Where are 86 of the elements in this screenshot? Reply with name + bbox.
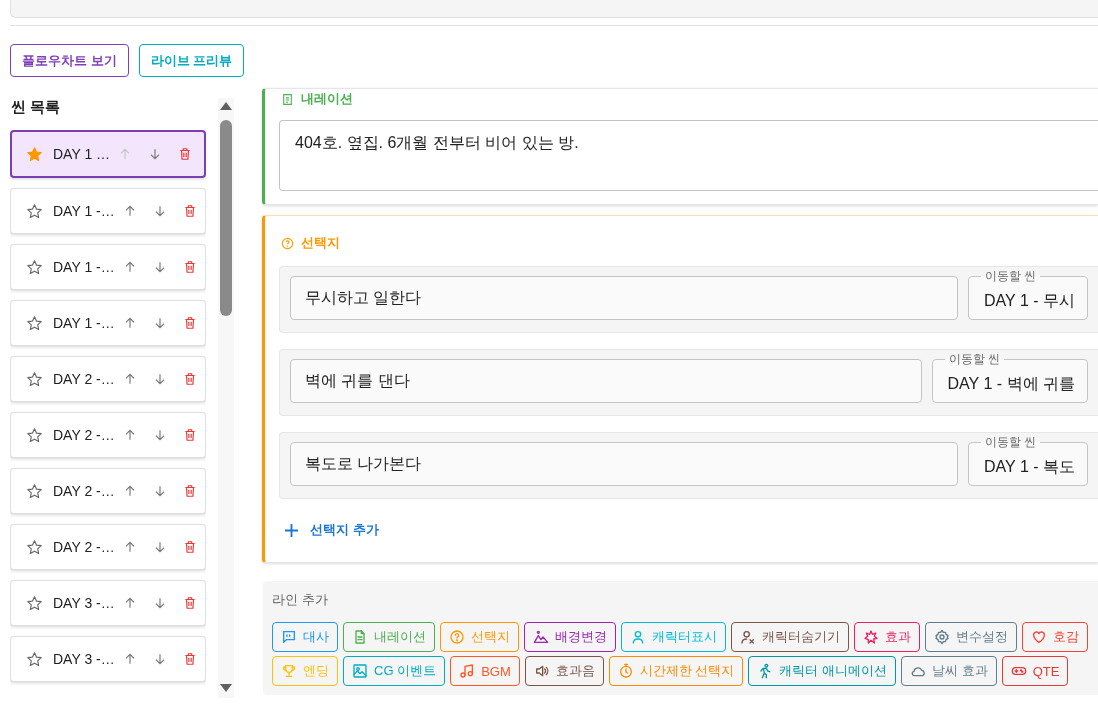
trash-icon[interactable] <box>182 372 197 386</box>
add-line-button[interactable]: 캐릭터숨기기 <box>731 622 849 652</box>
question-circle-icon <box>449 629 465 645</box>
trash-icon[interactable] <box>182 596 197 610</box>
add-line-button[interactable]: 호감 <box>1022 622 1088 652</box>
scene-title: DAY 2 -… <box>53 371 115 387</box>
document-icon <box>281 92 294 106</box>
scene-title: DAY 2 -… <box>53 483 115 499</box>
scene-card[interactable]: DAY 1 -… <box>10 188 206 234</box>
trash-icon[interactable] <box>182 652 197 666</box>
speaker-icon <box>533 663 550 679</box>
trophy-icon <box>281 663 297 679</box>
document-icon <box>352 629 368 645</box>
star-icon[interactable] <box>26 314 43 332</box>
star-icon[interactable] <box>26 594 43 612</box>
scrollbar-thumb[interactable] <box>220 120 232 316</box>
scene-card[interactable]: DAY 2 -… <box>10 412 206 458</box>
trash-icon[interactable] <box>182 540 197 554</box>
scene-title: DAY 3 -… <box>53 651 115 667</box>
add-line-button[interactable]: QTE <box>1001 656 1069 686</box>
narration-textarea[interactable]: 404호. 옆집. 6개월 전부터 비어 있는 방. <box>279 120 1098 191</box>
scene-title: DAY 3 -… <box>53 595 115 611</box>
scene-card[interactable]: DAY 1 -… <box>10 300 206 346</box>
scene-title: DAY 2 -… <box>53 539 115 555</box>
add-line-button[interactable]: 효과 <box>854 622 920 652</box>
add-line-button[interactable]: 날씨 효과 <box>901 656 997 686</box>
scene-card[interactable]: DAY 2 -… <box>10 524 206 570</box>
scene-card[interactable]: DAY 1 … <box>10 130 206 178</box>
scroll-down-icon[interactable] <box>220 684 232 692</box>
scrollbar[interactable] <box>218 98 234 698</box>
scene-list-title: 씬 목록 <box>10 97 62 116</box>
add-line-button[interactable]: 캐릭터 애니메이션 <box>748 656 896 686</box>
choice-text-field[interactable]: 복도로 나가본다 <box>290 442 958 486</box>
trash-icon[interactable] <box>182 484 197 498</box>
scene-title: DAY 1 -… <box>53 315 115 331</box>
add-line-button[interactable]: 배경변경 <box>524 622 616 652</box>
scene-card[interactable]: DAY 1 -… <box>10 244 206 290</box>
choice-text-field[interactable]: 벽에 귀를 댄다 <box>290 359 922 403</box>
section-title: 내레이션 <box>301 90 353 108</box>
choice-text-field[interactable]: 무시하고 일한다 <box>290 276 958 320</box>
star-icon[interactable] <box>26 538 43 556</box>
select-label: 이동할 씬 <box>984 435 1038 449</box>
trash-icon[interactable] <box>182 260 197 274</box>
add-line-label: 라인 추가 <box>272 592 329 608</box>
star-icon[interactable] <box>26 258 43 276</box>
star-icon[interactable] <box>26 145 43 163</box>
section-title: 선택지 <box>301 234 340 252</box>
select-label: 이동할 씬 <box>947 352 1001 366</box>
trash-icon[interactable] <box>178 147 193 161</box>
star-icon[interactable] <box>26 482 43 500</box>
scene-select[interactable]: 이동할 씬 DAY 1 - 벽에 귀를 <box>931 352 1088 403</box>
trash-icon[interactable] <box>182 204 197 218</box>
image-icon <box>352 663 368 679</box>
add-line-button[interactable]: 변수설정 <box>925 622 1017 652</box>
scene-select[interactable]: 이동할 씬 DAY 1 - 무시 <box>968 269 1088 320</box>
person-icon <box>630 629 646 645</box>
trash-icon[interactable] <box>182 316 197 330</box>
star-icon[interactable] <box>26 370 43 388</box>
scene-card[interactable]: DAY 3 -… <box>10 580 206 626</box>
heart-icon <box>1031 629 1047 645</box>
scene-card[interactable]: DAY 3 -… <box>10 636 206 682</box>
person-x-icon <box>740 629 756 645</box>
star-icon[interactable] <box>26 650 43 668</box>
scene-card[interactable]: DAY 2 -… <box>10 356 206 402</box>
burst-icon <box>863 629 879 645</box>
add-line-button[interactable]: 효과음 <box>524 656 604 686</box>
plus-icon <box>285 523 298 537</box>
view-button[interactable]: 플로우차트 보기 <box>10 44 129 77</box>
star-icon[interactable] <box>26 202 43 220</box>
stopwatch-icon <box>617 663 634 679</box>
scene-title: DAY 1 … <box>53 146 111 162</box>
scene-title: DAY 1 -… <box>53 259 115 275</box>
trash-icon[interactable] <box>182 428 197 442</box>
star-icon[interactable] <box>26 426 43 444</box>
scene-card[interactable]: DAY 2 -… <box>10 468 206 514</box>
scene-title: DAY 1 -… <box>53 203 115 219</box>
scene-select[interactable]: 이동할 씬 DAY 1 - 복도 <box>968 435 1088 486</box>
music-note-icon <box>459 663 476 679</box>
add-choice-button[interactable]: 선택지 추가 <box>279 512 385 548</box>
question-circle-icon <box>281 236 294 250</box>
select-label: 이동할 씬 <box>984 269 1038 283</box>
gear-icon <box>934 629 950 645</box>
scene-title: DAY 2 -… <box>53 427 115 443</box>
chat-bubble-icon <box>281 629 297 645</box>
mountain-icon <box>533 629 549 645</box>
scroll-up-icon[interactable] <box>220 102 232 110</box>
